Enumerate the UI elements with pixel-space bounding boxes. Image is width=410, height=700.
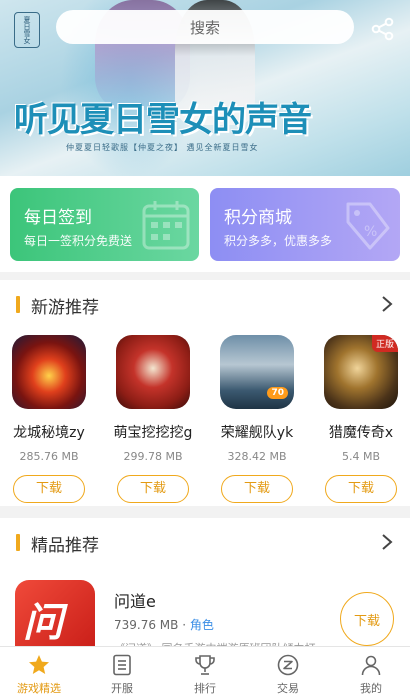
download-button[interactable]: 下载 <box>117 475 189 503</box>
game-icon[interactable] <box>12 335 86 409</box>
new-games-section: 新游推荐 龙城秘境zy 285.76 MB 下载 萌宝挖挖挖g 299.78 M… <box>0 280 410 506</box>
search-input[interactable]: 搜索 <box>56 10 354 44</box>
game-name: 龙城秘境zy <box>13 425 85 441</box>
share-icon[interactable] <box>370 16 396 42</box>
tab-game-picks[interactable]: 游戏精选 <box>4 653 74 696</box>
svg-text:%: % <box>364 224 377 240</box>
tab-label: 开服 <box>111 682 133 695</box>
exchange-icon <box>277 654 299 676</box>
game-icon[interactable]: 正版 <box>324 335 398 409</box>
points-mall-desc: 积分多多，优惠多多 <box>224 234 333 248</box>
calendar-icon <box>142 201 190 250</box>
user-icon <box>361 655 381 676</box>
tab-label: 排行 <box>194 682 216 695</box>
daily-checkin-card[interactable]: 每日签到 每日一签积分免费送 <box>10 188 199 261</box>
featured-game-row[interactable]: 问道 问道e 739.76 MB · 角色 《问道》 同名手游中端游原班团队倾力… <box>0 574 410 655</box>
new-games-title: 新游推荐 <box>31 298 99 318</box>
game-card[interactable]: 70 荣耀舰队yk 328.42 MB 下载 <box>212 335 302 503</box>
featured-icon-glyph: 问道 <box>23 599 63 646</box>
new-games-header[interactable]: 新游推荐 <box>0 280 410 328</box>
game-icon[interactable]: 70 <box>220 335 294 409</box>
tab-label: 我的 <box>360 682 382 695</box>
game-name: 荣耀舰队yk <box>220 425 294 441</box>
game-badge: 70 <box>267 387 288 399</box>
download-button[interactable]: 下载 <box>325 475 397 503</box>
chevron-right-icon[interactable] <box>380 533 394 551</box>
daily-checkin-desc: 每日一签积分免费送 <box>24 234 133 248</box>
tab-mine[interactable]: 我的 <box>336 653 406 696</box>
download-button[interactable]: 下载 <box>221 475 293 503</box>
banner-subtitle: 仲夏夏日轻歌服【仲夏之夜】 遇见全新夏日雪女 <box>66 143 259 152</box>
game-card[interactable]: 萌宝挖挖挖g 299.78 MB 下载 <box>108 335 198 503</box>
game-card[interactable]: 龙城秘境zy 285.76 MB 下载 <box>4 335 94 503</box>
featured-game-tag[interactable]: 角色 <box>190 618 214 632</box>
featured-game-icon[interactable]: 问道 <box>15 580 95 652</box>
featured-game-size: 739.76 MB <box>114 618 179 632</box>
featured-section: 精品推荐 问道 问道e 739.76 MB · 角色 《问道》 同名手游中端游原… <box>0 518 410 655</box>
featured-header[interactable]: 精品推荐 <box>0 518 410 566</box>
list-icon <box>113 654 131 676</box>
game-size: 285.76 MB <box>19 450 79 463</box>
tab-server-open[interactable]: 开服 <box>87 653 157 696</box>
download-button[interactable]: 下载 <box>340 592 394 646</box>
game-size: 328.42 MB <box>227 450 287 463</box>
search-placeholder: 搜索 <box>189 18 220 37</box>
game-card[interactable]: 正版 猎魔传奇x 5.4 MB 下载 <box>316 335 406 503</box>
featured-game-meta: 739.76 MB · 角色 <box>114 616 214 633</box>
game-name: 猎魔传奇x <box>328 425 394 441</box>
game-name: 萌宝挖挖挖g <box>113 425 193 441</box>
meta-separator: · <box>182 618 187 632</box>
tab-label: 交易 <box>277 682 299 695</box>
points-mall-title: 积分商城 <box>224 208 292 228</box>
featured-title: 精品推荐 <box>31 536 99 556</box>
promo-cards: 每日签到 每日一签积分免费送 积分商城 积分多多，优惠多多 % <box>0 176 410 272</box>
tag-icon: % <box>346 202 390 250</box>
bottom-tab-bar: 游戏精选 开服 排行 交易 我的 <box>0 646 410 700</box>
banner-logo: 夏日雪女 <box>14 12 40 48</box>
section-accent-bar <box>16 296 20 313</box>
game-size: 299.78 MB <box>123 450 183 463</box>
tab-label: 游戏精选 <box>17 682 61 695</box>
download-button[interactable]: 下载 <box>13 475 85 503</box>
game-badge: 正版 <box>371 335 398 352</box>
tab-ranking[interactable]: 排行 <box>170 653 240 696</box>
game-icon[interactable] <box>116 335 190 409</box>
daily-checkin-title: 每日签到 <box>24 208 92 228</box>
game-size: 5.4 MB <box>341 450 381 463</box>
chevron-right-icon[interactable] <box>380 295 394 313</box>
star-icon <box>29 655 49 674</box>
section-accent-bar <box>16 534 20 551</box>
trophy-icon <box>195 655 215 675</box>
featured-game-name: 问道e <box>114 592 156 611</box>
tab-trade[interactable]: 交易 <box>253 653 323 696</box>
banner-title: 听见夏日雪女的声音 <box>14 100 312 140</box>
points-mall-card[interactable]: 积分商城 积分多多，优惠多多 % <box>210 188 400 261</box>
